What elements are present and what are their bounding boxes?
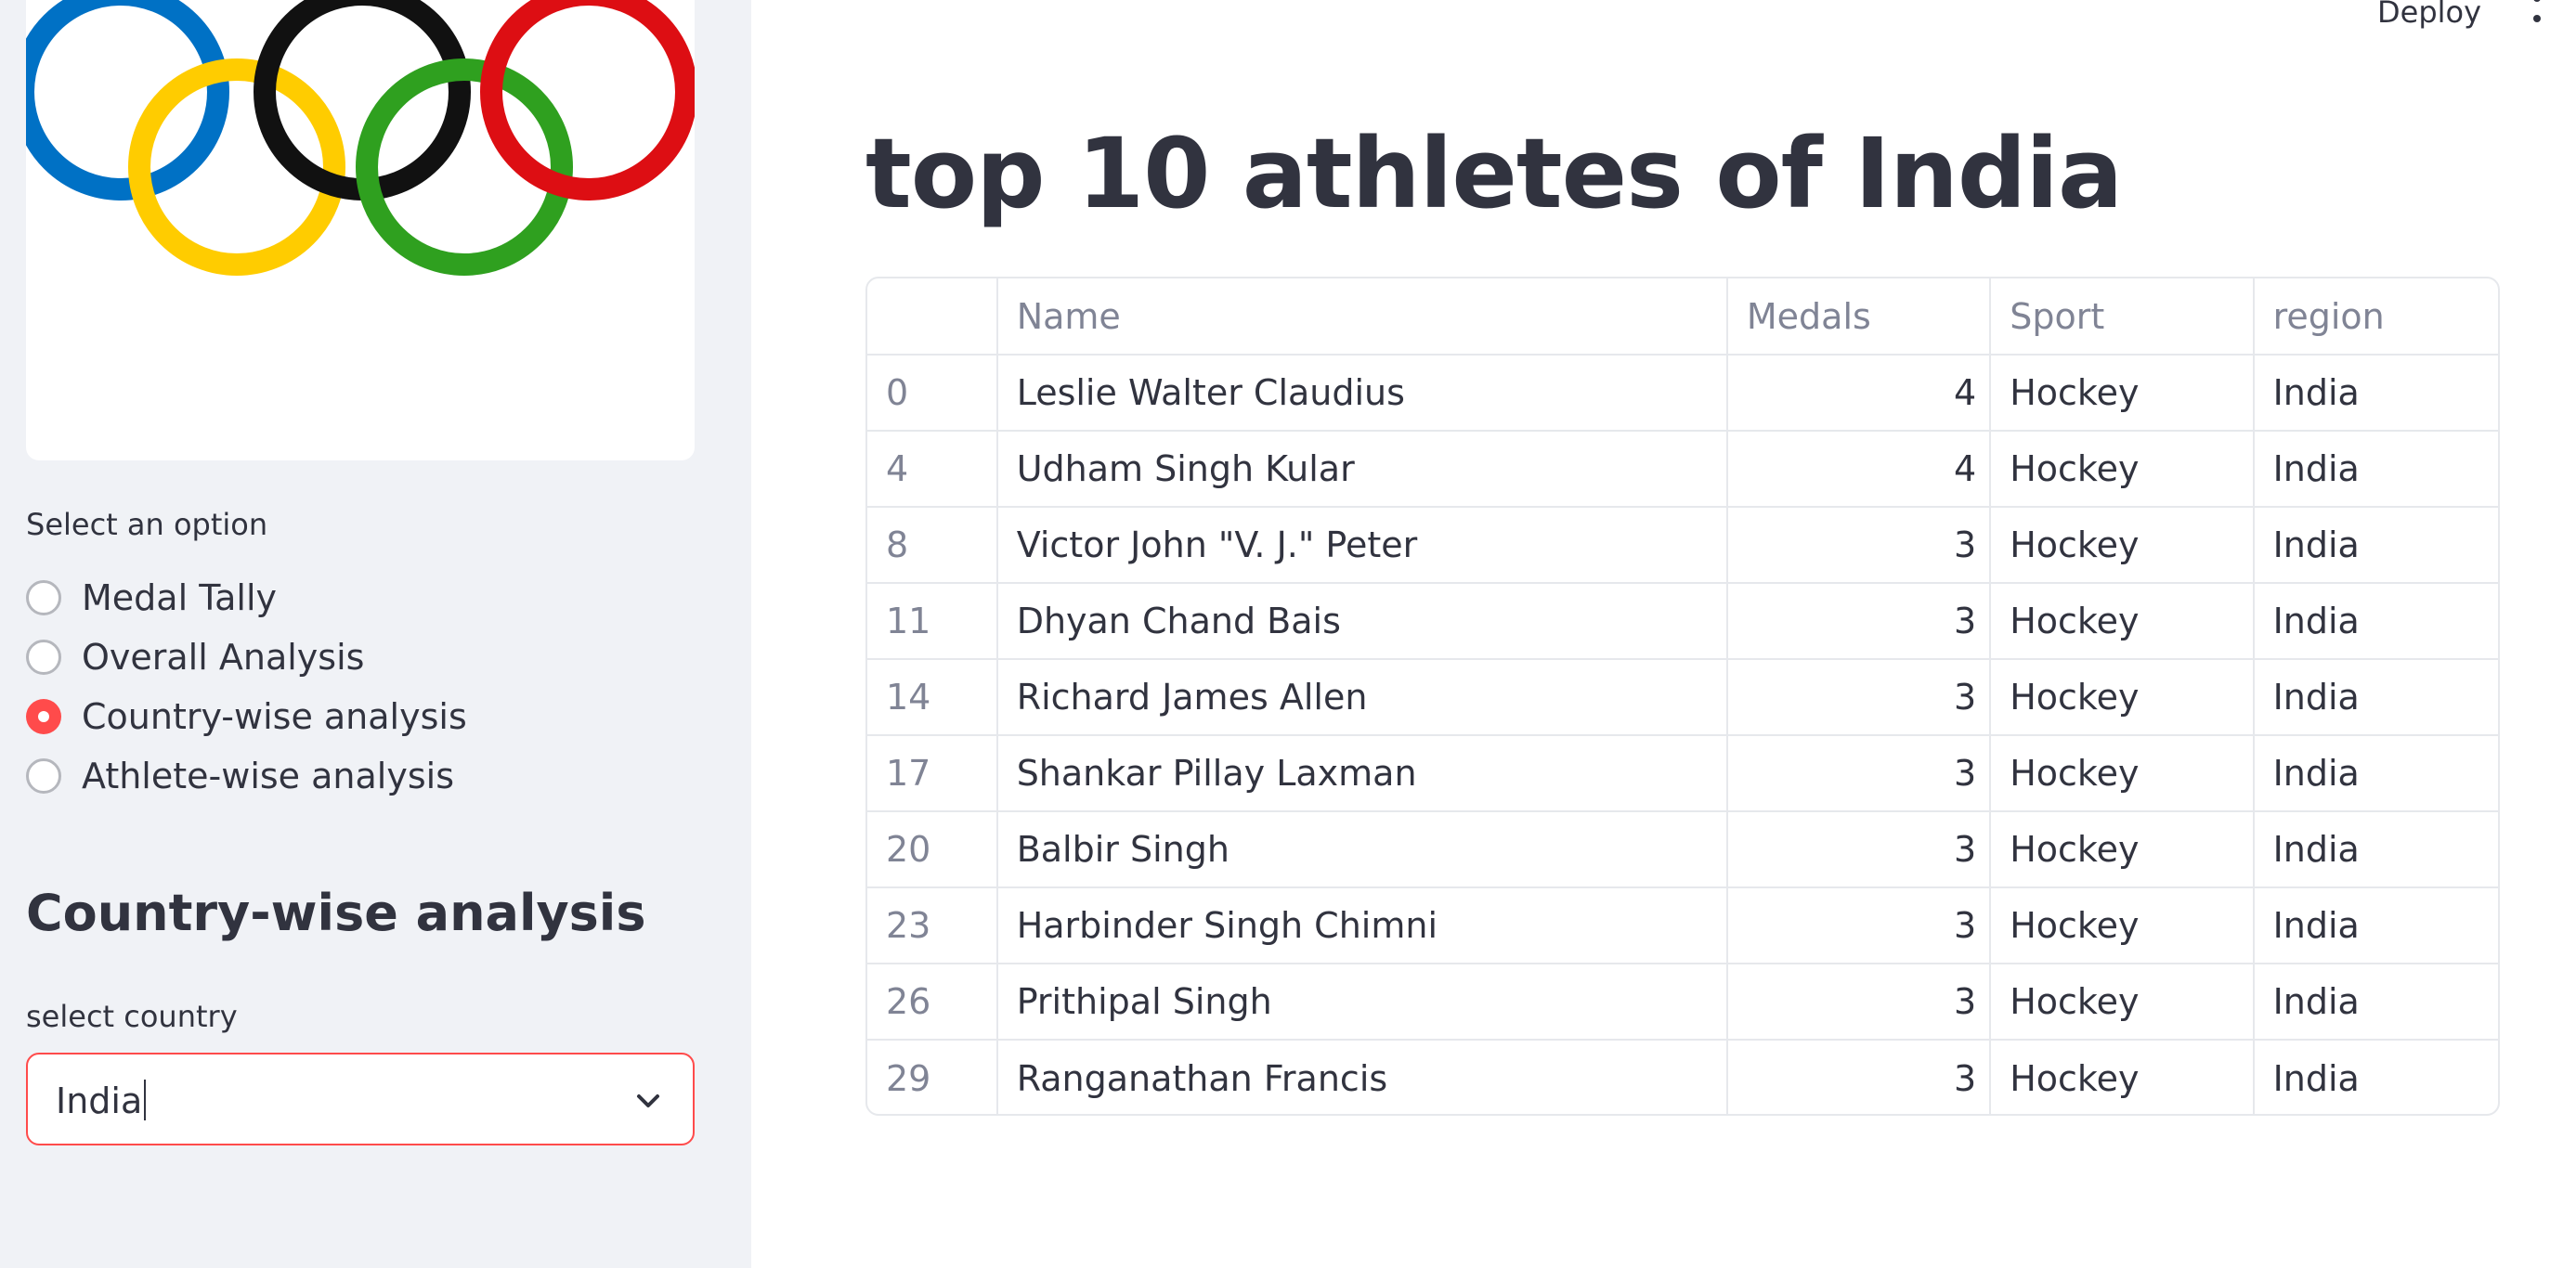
sport-cell[interactable]: Hockey [1990, 507, 2255, 584]
radio-option-label: Overall Analysis [82, 637, 365, 678]
radio-option-athlete-wise-analysis[interactable]: Athlete-wise analysis [26, 746, 467, 806]
medals-cell[interactable]: 3 [1726, 583, 1992, 660]
row-index-cell[interactable]: 23 [867, 887, 998, 964]
athlete-name-cell[interactable]: Victor John "V. J." Peter [996, 507, 1728, 584]
sport-cell[interactable]: Hockey [1990, 735, 2255, 812]
table-header-row: Name Medals Sport region [867, 278, 2498, 356]
more-vertical-icon[interactable] [2528, 0, 2546, 46]
row-index-cell[interactable]: 8 [867, 507, 998, 584]
row-index-cell[interactable]: 0 [867, 355, 998, 432]
table-row: 8 Victor John "V. J." Peter 3 Hockey India [867, 507, 2498, 584]
medals-cell[interactable]: 4 [1726, 431, 1992, 508]
sidebar-section-heading: Country-wise analysis [26, 884, 646, 942]
athlete-name-cell[interactable]: Leslie Walter Claudius [996, 355, 1728, 432]
table-row: 26 Prithipal Singh 3 Hockey India [867, 964, 2498, 1041]
deploy-button[interactable]: Deploy [2377, 0, 2481, 30]
region-cell[interactable]: India [2253, 964, 2498, 1041]
radio-button-selected[interactable] [26, 699, 61, 734]
column-header-medals[interactable]: Medals [1726, 278, 1992, 356]
row-index-cell[interactable]: 4 [867, 431, 998, 508]
chevron-down-icon[interactable] [633, 1086, 663, 1116]
row-index-cell[interactable]: 17 [867, 735, 998, 812]
sport-cell[interactable]: Hockey [1990, 583, 2255, 660]
medals-cell[interactable]: 3 [1726, 1040, 1992, 1114]
sport-cell[interactable]: Hockey [1990, 355, 2255, 432]
medals-cell[interactable]: 3 [1726, 735, 1992, 812]
region-cell[interactable]: India [2253, 735, 2498, 812]
radio-button[interactable] [26, 640, 61, 675]
radio-group-label: Select an option [26, 507, 268, 542]
sport-cell[interactable]: Hockey [1990, 811, 2255, 888]
table-row: 29 Ranganathan Francis 3 Hockey India [867, 1040, 2498, 1114]
radio-button[interactable] [26, 758, 61, 794]
athletes-table[interactable]: Name Medals Sport region 0 Leslie Walter … [865, 277, 2500, 1116]
region-cell[interactable]: India [2253, 507, 2498, 584]
medals-cell[interactable]: 4 [1726, 355, 1992, 432]
region-cell[interactable]: India [2254, 1040, 2498, 1114]
text-cursor [144, 1079, 147, 1120]
medals-cell[interactable]: 3 [1726, 887, 1992, 964]
athlete-name-cell[interactable]: Harbinder Singh Chimni [996, 887, 1728, 964]
olympic-rings-logo [26, 0, 695, 460]
region-cell[interactable]: India [2253, 355, 2498, 432]
athlete-name-cell[interactable]: Shankar Pillay Laxman [996, 735, 1728, 812]
athlete-name-cell[interactable]: Ranganathan Francis [996, 1040, 1728, 1114]
row-index-cell[interactable]: 11 [867, 583, 998, 660]
table-row: 0 Leslie Walter Claudius 4 Hockey India [867, 355, 2498, 432]
region-cell[interactable]: India [2253, 887, 2498, 964]
navigation-radio-group: Medal Tally Overall Analysis Country-wis… [26, 568, 467, 806]
radio-button[interactable] [26, 580, 61, 615]
athlete-name-cell[interactable]: Richard James Allen [996, 659, 1728, 736]
radio-option-label: Medal Tally [82, 577, 278, 618]
sport-cell[interactable]: Hockey [1990, 431, 2255, 508]
region-cell[interactable]: India [2253, 659, 2498, 736]
region-cell[interactable]: India [2253, 583, 2498, 660]
radio-option-label: Country-wise analysis [82, 696, 467, 737]
page-title: top 10 athletes of India [865, 117, 2123, 230]
column-header-region[interactable]: region [2253, 278, 2498, 356]
table-row: 23 Harbinder Singh Chimni 3 Hockey India [867, 887, 2498, 964]
radio-option-label: Athlete-wise analysis [82, 756, 454, 796]
column-header-sport[interactable]: Sport [1990, 278, 2255, 356]
radio-option-medal-tally[interactable]: Medal Tally [26, 568, 467, 628]
column-header-index[interactable] [867, 278, 998, 356]
sport-cell[interactable]: Hockey [1990, 1040, 2255, 1114]
row-index-cell[interactable]: 20 [867, 811, 998, 888]
row-index-cell[interactable]: 26 [867, 964, 998, 1041]
athlete-name-cell[interactable]: Udham Singh Kular [996, 431, 1728, 508]
sport-cell[interactable]: Hockey [1990, 659, 2255, 736]
country-select-label: select country [26, 999, 238, 1034]
olympic-rings-image [26, 0, 695, 276]
table-row: 4 Udham Singh Kular 4 Hockey India [867, 431, 2498, 508]
country-select[interactable]: India [26, 1053, 695, 1145]
table-row: 11 Dhyan Chand Bais 3 Hockey India [867, 583, 2498, 660]
country-select-value[interactable]: India [56, 1079, 147, 1124]
row-index-cell[interactable]: 14 [867, 659, 998, 736]
table-row: 14 Richard James Allen 3 Hockey India [867, 659, 2498, 736]
region-cell[interactable]: India [2253, 811, 2498, 888]
medals-cell[interactable]: 3 [1726, 964, 1992, 1041]
athlete-name-cell[interactable]: Dhyan Chand Bais [996, 583, 1728, 660]
athlete-name-cell[interactable]: Balbir Singh [996, 811, 1728, 888]
sidebar: Select an option Medal Tally Overall Ana… [0, 0, 751, 1268]
medals-cell[interactable]: 3 [1726, 811, 1992, 888]
column-header-name[interactable]: Name [996, 278, 1728, 356]
medals-cell[interactable]: 3 [1726, 659, 1992, 736]
medals-cell[interactable]: 3 [1726, 507, 1992, 584]
radio-option-overall-analysis[interactable]: Overall Analysis [26, 628, 467, 687]
table-row: 17 Shankar Pillay Laxman 3 Hockey India [867, 735, 2498, 812]
sport-cell[interactable]: Hockey [1990, 887, 2255, 964]
table-row: 20 Balbir Singh 3 Hockey India [867, 811, 2498, 888]
sport-cell[interactable]: Hockey [1990, 964, 2255, 1041]
row-index-cell[interactable]: 29 [867, 1040, 998, 1114]
region-cell[interactable]: India [2253, 431, 2498, 508]
radio-option-country-wise-analysis[interactable]: Country-wise analysis [26, 687, 467, 746]
athlete-name-cell[interactable]: Prithipal Singh [996, 964, 1728, 1041]
